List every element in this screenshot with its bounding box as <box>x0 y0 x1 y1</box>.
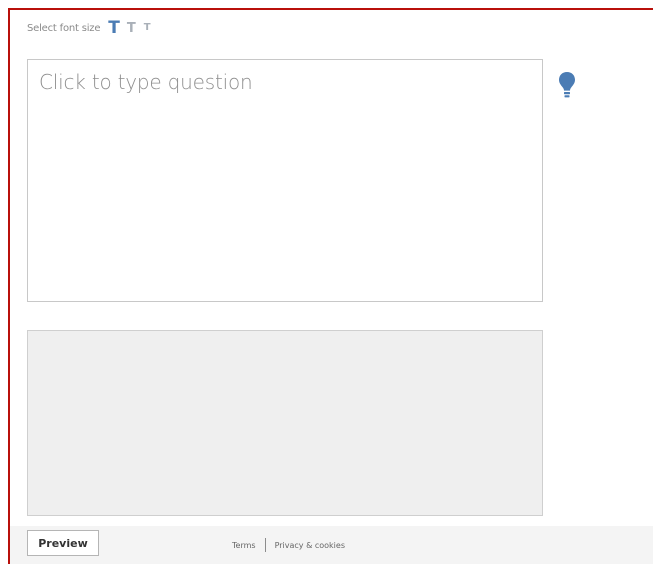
footer-links: Terms Privacy & cookies <box>232 538 345 552</box>
font-size-label: Select font size <box>27 22 101 34</box>
font-size-large-button[interactable]: T <box>108 19 120 37</box>
question-input[interactable]: Click to type question <box>27 59 543 302</box>
footer-divider <box>264 538 266 552</box>
footer-bar: Preview Terms Privacy & cookies <box>10 526 653 564</box>
lightbulb-icon[interactable] <box>558 71 576 101</box>
question-placeholder: Click to type question <box>39 70 253 94</box>
preview-button[interactable]: Preview <box>27 530 99 556</box>
answer-area[interactable] <box>27 330 543 516</box>
privacy-cookies-link[interactable]: Privacy & cookies <box>275 541 345 550</box>
question-editor-frame: Select font size T T T Click to type que… <box>8 8 653 564</box>
terms-link[interactable]: Terms <box>232 541 256 550</box>
font-size-selector: Select font size T T T <box>27 17 159 39</box>
font-size-medium-button[interactable]: T <box>127 22 136 35</box>
font-size-small-button[interactable]: T <box>144 23 151 33</box>
